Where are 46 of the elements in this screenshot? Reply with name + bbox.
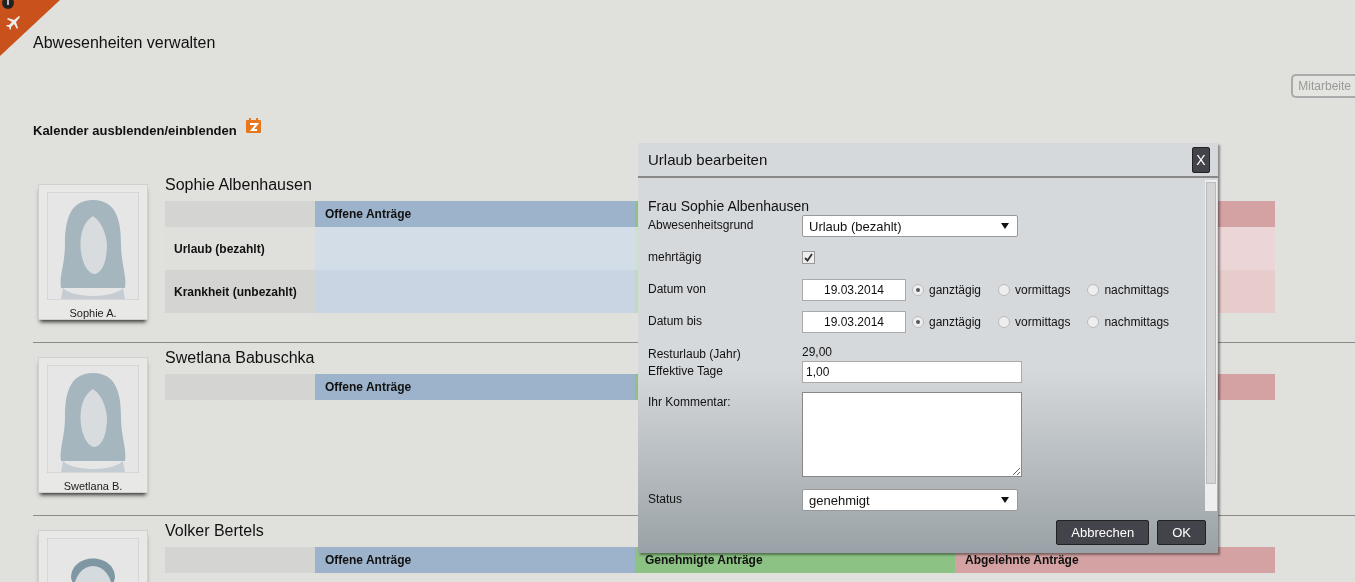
column-header: Offene Anträge: [315, 201, 635, 227]
field-label: mehrtägig: [648, 249, 703, 264]
remaining-days-value: 29,00: [802, 344, 833, 359]
page-title: Abwesenheiten verwalten: [33, 34, 216, 53]
caret-icon: [1001, 497, 1009, 503]
field-label: Abwesenheitsgrund: [648, 217, 755, 232]
close-button[interactable]: X: [1192, 146, 1210, 173]
field-label: Ihr Kommentar:: [648, 394, 732, 409]
input-field[interactable]: 1,00: [802, 361, 1022, 383]
dialog-button[interactable]: OK: [1157, 519, 1206, 545]
scrollbar[interactable]: [1205, 180, 1217, 511]
employee-name: Swetlana Babuschka: [165, 349, 315, 368]
column-header: Offene Anträge: [315, 547, 635, 573]
field-label: Effektive Tage: [648, 363, 724, 378]
checkbox[interactable]: [802, 251, 815, 264]
field-label: Resturlaub (Jahr): [648, 346, 742, 361]
date-field[interactable]: 19.03.2014: [802, 311, 906, 333]
avatar-silhouette-icon: [47, 365, 139, 473]
calendar-toggle-link[interactable]: Kalender ausblenden/einblenden: [33, 123, 237, 138]
radio-option[interactable]: ganztägig: [912, 315, 982, 329]
column-header: Offene Anträge: [315, 374, 635, 400]
field-label: Status: [648, 491, 684, 506]
comment-field[interactable]: [802, 392, 1022, 477]
calendar-icon[interactable]: [245, 118, 262, 134]
radio-option[interactable]: ganztägig: [912, 283, 982, 297]
radio-option[interactable]: vormittags: [998, 315, 1071, 329]
date-field[interactable]: 19.03.2014: [802, 279, 906, 301]
field-label: Datum von: [648, 281, 708, 296]
dialog-title: Urlaub bearbeiten: [648, 151, 768, 168]
power-icon[interactable]: [2, 0, 14, 10]
employee-name: Sophie Albenhausen: [165, 176, 312, 195]
field-label: Datum bis: [648, 313, 704, 328]
radio-option[interactable]: nachmittags: [1087, 315, 1170, 329]
caret-icon: [1001, 223, 1009, 229]
profile-name: Swetlana B.: [63, 480, 123, 492]
dialog-button[interactable]: Abbrechen: [1056, 519, 1150, 545]
radio-option[interactable]: vormittags: [998, 283, 1071, 297]
dropdown-field[interactable]: genehmigt: [802, 489, 1018, 511]
avatar-silhouette-icon: [47, 192, 139, 300]
dropdown-field[interactable]: Urlaub (bezahlt): [802, 215, 1018, 237]
radio-option[interactable]: nachmittags: [1087, 283, 1170, 297]
person-name: Frau Sophie Albenhausen: [648, 198, 811, 214]
profile-name: Sophie A.: [69, 307, 117, 319]
row-label: Krankheit (unbezahlt): [165, 270, 315, 313]
employee-name: Volker Bertels: [165, 522, 264, 541]
airplane-icon: [5, 14, 21, 30]
